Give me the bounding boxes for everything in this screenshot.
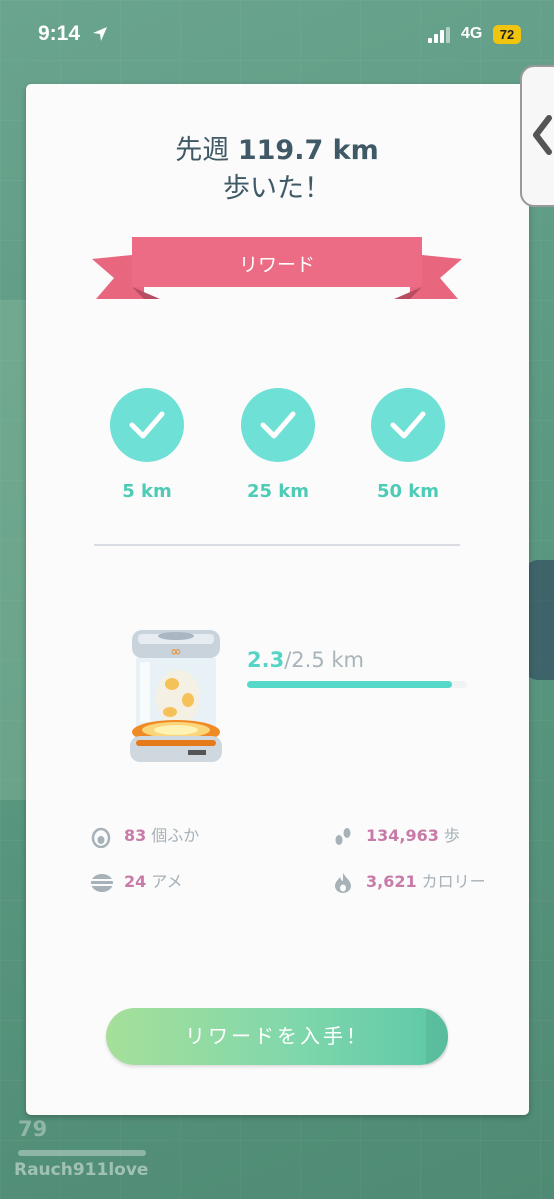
candy-icon [91,874,113,892]
clock: 9:14 [38,22,81,45]
claim-reward-button[interactable]: リワードを入手！ [106,1008,448,1065]
battery-indicator: 72 [493,25,521,44]
status-bar: 9:14 4G 72 [0,0,554,70]
stat-hatched: 83 個ふか [91,824,200,848]
progress-current: 2.3 [247,648,285,672]
hatched-count: 83 [124,826,147,845]
candy-count: 24 [124,872,147,891]
calories-label: カロリー [421,872,486,891]
svg-text:∞: ∞ [170,644,182,660]
steps-label: 歩 [443,826,460,845]
network-type: 4G [461,25,483,42]
milestone-label: 50 km [376,481,440,502]
milestone-50km-badge [371,388,445,462]
ribbon-label: リワード [238,254,315,276]
checkmark-icon [390,411,426,439]
incubator-icon: ∞ [130,630,222,762]
signal-icon [428,27,450,43]
xp-bar [18,1150,146,1156]
player-level: 79 [18,1117,48,1141]
steps-count: 134,963 [366,826,439,845]
flame-icon [335,873,351,893]
milestone-5km-badge [110,388,184,462]
location-arrow-icon [93,27,107,41]
milestone-label: 25 km [246,481,310,502]
stat-calories: 3,621 カロリー [335,870,486,894]
progress-target: /2.5 km [284,648,364,672]
incubator-progress-bar [247,681,467,688]
calories-count: 3,621 [366,872,417,891]
stat-steps: 134,963 歩 [335,824,460,848]
page-title: 先週 119.7 km [0,128,554,167]
milestone-label: 5 km [122,481,172,502]
footprints-icon [335,828,351,845]
incubator-progress-text: 2.3/2.5 km [247,648,364,672]
hatched-label: 個ふか [151,826,200,845]
title-prefix: 先週 [175,135,230,166]
player-username[interactable]: Rauch911love [14,1160,148,1180]
candy-label: アメ [151,872,183,891]
stat-candy: 24 アメ [91,870,183,894]
progress-fill [247,681,452,688]
checkmark-icon [260,411,296,439]
checkmark-icon [129,411,165,439]
weekly-distance: 119.7 km [237,135,379,166]
title-suffix: 歩いた！ [223,173,331,204]
divider [94,544,460,546]
egg-icon [91,827,111,848]
milestone-25km-badge [241,388,315,462]
